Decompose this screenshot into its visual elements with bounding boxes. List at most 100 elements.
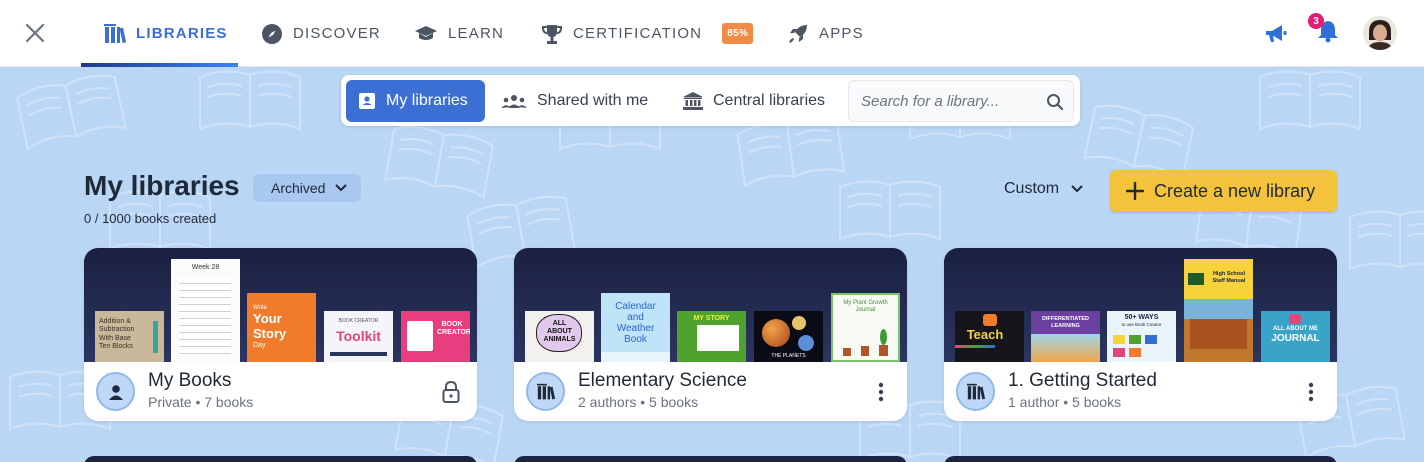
- book-cover: ALL ABOUT ANIMALS: [525, 311, 594, 362]
- book-cover: Week 28: [171, 259, 240, 362]
- book-title: Journal: [855, 307, 876, 314]
- card-footer: My Books Private • 7 books: [84, 362, 477, 421]
- nav-discover[interactable]: DISCOVER: [261, 0, 381, 67]
- book-title: and: [627, 312, 644, 323]
- more-vertical-icon[interactable]: [1299, 378, 1323, 406]
- book-title: Book: [624, 334, 647, 345]
- card-footer: Elementary Science 2 authors • 5 books: [514, 362, 907, 421]
- nav-apps[interactable]: APPS: [787, 0, 864, 67]
- book-cover: DIFFERENTIATED LEARNING: [1031, 311, 1100, 362]
- book-title: ANIMALS: [543, 336, 576, 344]
- nav-label: LEARN: [448, 25, 505, 42]
- book-cover: Addition & Subtraction With Base Ten Blo…: [95, 311, 164, 362]
- book-title: BOOK: [441, 321, 463, 328]
- nav-libraries[interactable]: LIBRARIES: [104, 0, 228, 67]
- lock-icon: [439, 378, 463, 406]
- book-cover: Calendar and Weather Book: [601, 293, 670, 362]
- library-cover: ALL ABOUT ANIMALS Calendar and Weather B…: [514, 248, 907, 362]
- book-title: ABOUT: [547, 328, 572, 336]
- notification-count-badge: 3: [1308, 13, 1324, 29]
- book-title: Staff Manual: [1212, 277, 1246, 284]
- nav-label: DISCOVER: [293, 25, 381, 42]
- book-cover: ALL ABOUT ME JOURNAL: [1261, 311, 1330, 362]
- book-cover: BOOK CREATOR Toolkit: [324, 311, 393, 362]
- sort-dropdown[interactable]: Custom: [1004, 180, 1083, 198]
- close-icon[interactable]: [22, 20, 48, 46]
- card-footer: 1. Getting Started 1 author • 5 books: [944, 362, 1337, 421]
- announcements-button[interactable]: [1264, 0, 1288, 67]
- notifications-button[interactable]: 3: [1308, 0, 1340, 67]
- rocket-icon: [789, 24, 807, 43]
- book-title: Ten Blocks: [99, 343, 133, 351]
- tab-shared-with-me[interactable]: Shared with me: [489, 80, 660, 122]
- library-card-getting-started[interactable]: Teach DIFFERENTIATED LEARNING 50+ WAYS t…: [944, 248, 1337, 421]
- chevron-down-icon: [335, 184, 348, 192]
- person-badge-icon: [359, 93, 375, 109]
- book-title: CREATOR: [437, 328, 470, 336]
- avatar-photo: [1363, 16, 1397, 50]
- tab-my-libraries[interactable]: My libraries: [346, 80, 485, 122]
- library-meta: Private • 7 books: [148, 394, 254, 410]
- book-title: 50+ WAYS: [1124, 314, 1159, 321]
- book-title: ALL ABOUT ME: [1273, 326, 1318, 332]
- library-meta: 2 authors • 5 books: [578, 394, 699, 410]
- user-avatar[interactable]: [1363, 16, 1397, 50]
- nav-active-indicator: [81, 63, 238, 67]
- page-title: My libraries: [84, 170, 240, 201]
- more-vertical-icon[interactable]: [869, 378, 893, 406]
- create-library-button[interactable]: Create a new library: [1110, 170, 1337, 212]
- megaphone-icon: [1266, 24, 1287, 42]
- library-name: My Books: [148, 370, 232, 391]
- library-card-elementary-science[interactable]: ALL ABOUT ANIMALS Calendar and Weather B…: [514, 248, 907, 421]
- book-title: My Plant Growth: [843, 300, 888, 306]
- trophy-icon: [541, 24, 563, 44]
- book-title: THE PLANETS: [771, 353, 806, 359]
- tab-central-libraries[interactable]: Central libraries: [671, 80, 837, 122]
- book-cover: 50+ WAYS to use Book Creator: [1107, 311, 1176, 362]
- libraries-icon: [526, 372, 565, 411]
- library-search-box: [848, 80, 1074, 122]
- book-title: Calendar: [615, 301, 656, 312]
- create-library-label: Create a new library: [1154, 180, 1316, 201]
- book-title: BOOK CREATOR: [338, 318, 379, 324]
- book-title: JOURNAL: [1271, 332, 1320, 344]
- top-navbar: LIBRARIES DISCOVER LEARN CERTIFICATION 8…: [0, 0, 1424, 67]
- library-filter-bar: My libraries Shared with me Central libr…: [341, 75, 1080, 126]
- sort-label: Custom: [1004, 180, 1060, 197]
- graduation-cap-icon: [415, 25, 437, 40]
- nav-label: LIBRARIES: [136, 25, 228, 42]
- book-title: Subtraction: [99, 326, 135, 334]
- book-title: Toolkit: [336, 328, 381, 344]
- book-title: MY STORY: [693, 315, 730, 322]
- library-card-peek[interactable]: [944, 456, 1337, 462]
- book-cover: High School Staff Manual: [1184, 259, 1253, 362]
- book-cover: Teach: [955, 311, 1024, 362]
- libraries-icon: [104, 23, 126, 43]
- library-cover: Addition & Subtraction With Base Ten Blo…: [84, 248, 477, 362]
- library-card-peek[interactable]: [84, 456, 477, 462]
- book-title: With Base: [99, 334, 131, 342]
- library-name: Elementary Science: [578, 370, 747, 391]
- book-title: Week 28: [191, 264, 220, 271]
- book-title: Day: [253, 341, 266, 349]
- book-title: DIFFERENTIATED: [1042, 316, 1089, 322]
- library-card-peek[interactable]: [514, 456, 907, 462]
- user-icon: [96, 372, 135, 411]
- book-title: to use Book Creator: [1121, 322, 1162, 328]
- nav-certification[interactable]: CERTIFICATION 85%: [541, 0, 754, 67]
- library-search-input[interactable]: [861, 81, 1041, 121]
- books-created-count: 0 / 1000 books created: [84, 211, 217, 226]
- chevron-down-icon: [1071, 185, 1083, 193]
- search-icon[interactable]: [1046, 93, 1064, 111]
- nav-learn[interactable]: LEARN: [414, 0, 504, 67]
- nav-label: CERTIFICATION: [573, 25, 703, 42]
- book-title: Story: [253, 325, 287, 341]
- library-name: 1. Getting Started: [1008, 370, 1157, 391]
- library-card-my-books[interactable]: Addition & Subtraction With Base Ten Blo…: [84, 248, 477, 421]
- library-cover: Teach DIFFERENTIATED LEARNING 50+ WAYS t…: [944, 248, 1337, 362]
- archived-dropdown[interactable]: Archived: [253, 174, 362, 202]
- tab-label: Central libraries: [713, 92, 826, 109]
- tab-label: My libraries: [386, 92, 468, 109]
- book-title: Teach: [966, 327, 1004, 342]
- certification-progress-badge: 85%: [722, 23, 754, 44]
